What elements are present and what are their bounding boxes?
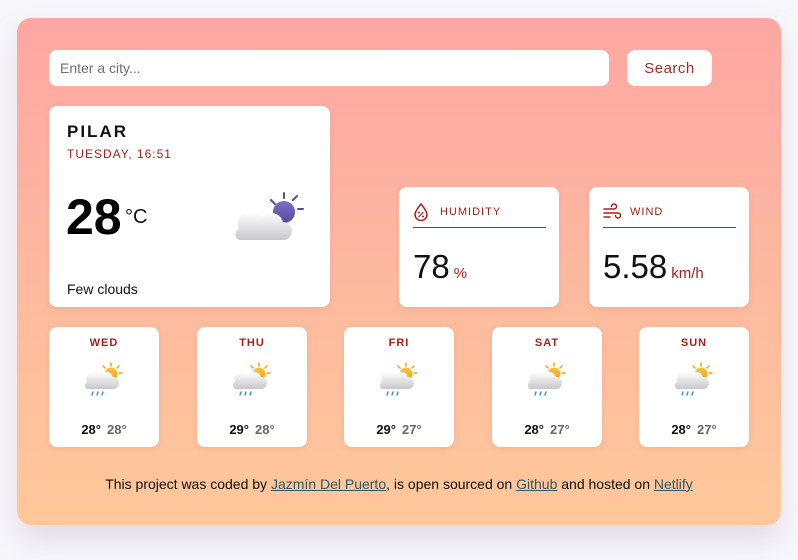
github-link[interactable]: Github [516,476,557,492]
forecast-card-sun: SUN 28° 27° [639,327,749,447]
forecast-day: SUN [680,337,708,349]
search-input[interactable] [49,50,609,86]
humidity-label: HUMIDITY [440,206,502,218]
forecast-card-fri: FRI 29° 27° [344,327,454,447]
wind-unit: km/h [671,265,704,282]
rain-sun-cloud-icon [229,361,275,406]
forecast-card-wed: WED 28° 28° [49,327,159,447]
forecast-card-sat: SAT 28° 27° [492,327,602,447]
weather-description: Few clouds [67,281,138,297]
forecast-temps: 28° 27° [492,422,602,437]
humidity-unit: % [453,265,468,282]
forecast-min: 28° [255,422,275,437]
forecast-max: 28° [524,422,544,437]
few-clouds-night-icon [229,188,309,249]
humidity-drop-icon [414,203,428,221]
forecast-day: FRI [388,337,410,349]
forecast-min: 27° [550,422,570,437]
footer-text: , is open sourced on [386,476,517,492]
forecast-temps: 29° 27° [344,422,454,437]
forecast-max: 28° [671,422,691,437]
netlify-link[interactable]: Netlify [654,476,693,492]
forecast-max: 28° [81,422,101,437]
forecast-day: THU [239,337,265,349]
weather-app: Search PILAR TUESDAY, 16:51 28 °C Few cl… [17,18,781,525]
wind-header: WIND [603,201,736,228]
wind-label: WIND [630,206,664,218]
wind-value: 5.58 [603,248,668,285]
city-name: PILAR [67,122,128,141]
forecast-day: WED [89,337,119,349]
search-button[interactable]: Search [627,50,712,86]
wind-icon [603,203,621,219]
forecast-max: 29° [229,422,249,437]
humidity-value: 78 [413,248,450,285]
rain-sun-cloud-icon [81,361,127,406]
forecast-temps: 29° 28° [197,422,307,437]
wind-card: WIND 5.58 km/h [589,187,749,307]
rain-sun-cloud-icon [524,361,570,406]
forecast-max: 29° [376,422,396,437]
forecast-card-thu: THU 29° 28° [197,327,307,447]
humidity-value-row: 78% [413,248,467,286]
forecast-min: 27° [402,422,422,437]
footer: This project was coded by Jazmín Del Pue… [17,476,781,492]
rain-sun-cloud-icon [376,361,422,406]
humidity-header: HUMIDITY [413,201,546,228]
footer-text: This project was coded by [105,476,271,492]
forecast-day: SAT [534,337,560,349]
author-link[interactable]: Jazmín Del Puerto [271,476,386,492]
forecast-min: 27° [697,422,717,437]
current-temperature: 28 [66,189,122,245]
current-weather-card: PILAR TUESDAY, 16:51 28 °C Few clouds [49,106,330,307]
current-datetime: TUESDAY, 16:51 [67,147,172,161]
forecast-min: 28° [107,422,127,437]
forecast-temps: 28° 27° [639,422,749,437]
rain-sun-cloud-icon [671,361,717,406]
footer-text: and hosted on [557,476,654,492]
humidity-card: HUMIDITY 78% [399,187,559,307]
temperature-unit: °C [125,206,148,228]
wind-value-row: 5.58 km/h [603,248,704,286]
forecast-temps: 28° 28° [49,422,159,437]
